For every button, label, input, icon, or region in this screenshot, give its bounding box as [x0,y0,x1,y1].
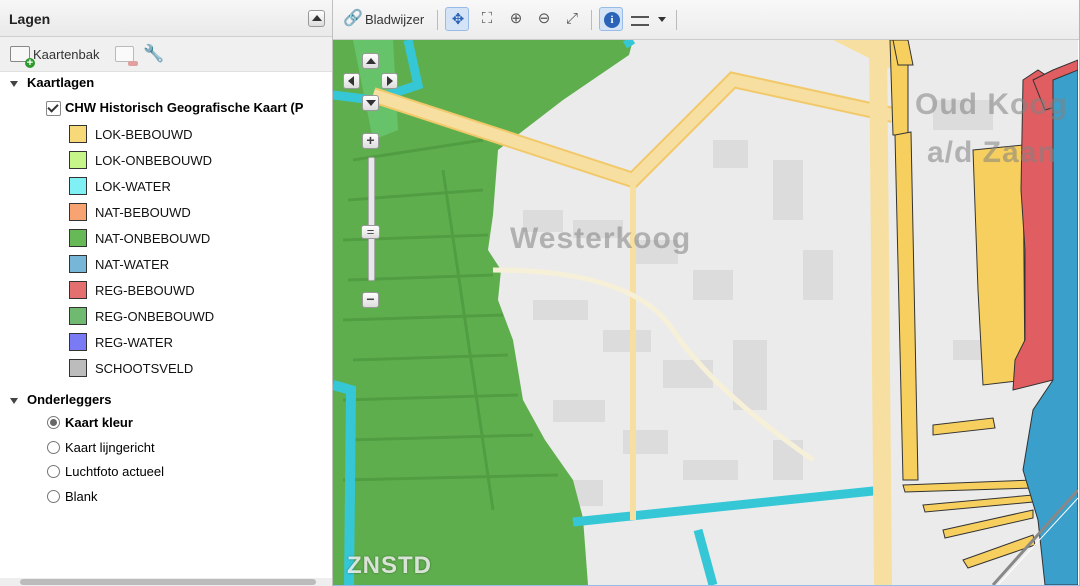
tree-section-kaartlagen[interactable]: Kaartlagen [10,75,94,90]
toolbar-separator [437,10,438,30]
remove-map-icon[interactable] [115,46,138,66]
scrollbar-thumb[interactable] [20,579,316,585]
radio-button[interactable] [47,440,60,454]
radio-label[interactable]: Luchtfoto actueel [65,464,164,479]
legend-label: LOK-ONBEBOUWD [95,153,213,168]
zoom-out-button[interactable]: − [362,292,379,308]
tree-section-onderleggers[interactable]: Onderleggers [10,392,112,407]
zoom-track[interactable] [368,157,375,281]
legend-swatch [69,333,87,351]
zoom-extent-icon[interactable]: ⤢ [560,7,584,31]
zoom-in-icon[interactable]: ⊕ [504,7,528,31]
zoom-out-icon[interactable]: ⊖ [532,7,556,31]
layer-title[interactable]: CHW Historisch Geografische Kaart (P [65,100,303,115]
measure-dropdown-icon[interactable] [658,17,666,22]
bookmark-button[interactable]: Bladwijzer [365,12,424,27]
info-icon[interactable]: i [599,7,623,31]
layers-panel: Lagen Kaartenbak 🔧 Kaartlagen CHW Histor… [0,0,333,586]
legend-label: REG-BEBOUWD [95,283,195,298]
radio-label[interactable]: Kaart lijngericht [65,440,155,455]
legend-swatch [69,151,87,169]
map-view[interactable]: Westerkoog Oud Koog a/d Zaan + = − ZNSTD [333,40,1078,585]
panel-header: Lagen [0,0,332,37]
legend-label: NAT-BEBOUWD [95,205,191,220]
legend-label: NAT-ONBEBOUWD [95,231,211,246]
znstd-logo: ZNSTD [347,552,432,579]
expand-triangle-icon[interactable] [10,80,18,87]
legend-label: NAT-WATER [95,257,170,272]
legend-label: SCHOOTSVELD [95,361,194,376]
legend-label: LOK-WATER [95,179,171,194]
radio-button[interactable] [47,489,60,503]
legend-swatch [69,281,87,299]
horizontal-scrollbar[interactable] [0,578,332,586]
pan-left-button[interactable] [343,73,360,89]
zoom-thumb[interactable]: = [361,225,380,239]
collapse-panel-button[interactable] [308,10,325,27]
legend-swatch [69,125,87,143]
legend-swatch [69,307,87,325]
zoom-in-button[interactable]: + [362,133,379,149]
measure-icon[interactable] [629,7,653,31]
radio-button[interactable] [47,416,60,429]
pan-down-button[interactable] [362,95,379,111]
legend-swatch [69,359,87,377]
add-map-button[interactable]: Kaartenbak [33,47,100,62]
radio-label[interactable]: Blank [65,489,98,504]
section-heading: Onderleggers [27,392,112,407]
map-toolbar: 🔗 Bladwijzer ✥ ⛶ ⊕ ⊖ ⤢ i [333,0,1079,40]
place-label-westerkoog: Westerkoog [510,222,692,255]
legend-label: REG-ONBEBOUWD [95,309,215,324]
section-heading: Kaartlagen [27,75,95,90]
place-label-oud-koog: Oud Koog [915,88,1068,121]
layer-checkbox[interactable] [46,101,61,116]
pan-icon[interactable]: ✥ [445,7,469,31]
legend-label: LOK-BEBOUWD [95,127,193,142]
legend-swatch [69,255,87,273]
expand-triangle-icon[interactable] [10,397,18,404]
radio-label[interactable]: Kaart kleur [65,415,133,430]
pan-right-button[interactable] [381,73,398,89]
zoom-box-icon[interactable]: ⛶ [475,7,499,31]
radio-button[interactable] [47,465,60,478]
place-label-zaan: a/d Zaan [927,136,1057,169]
pan-up-button[interactable] [362,53,379,69]
legend-swatch [69,177,87,195]
toolbar-separator [591,10,592,30]
bookmark-icon[interactable]: 🔗 [341,7,363,31]
legend-swatch [69,229,87,247]
legend-label: REG-WATER [95,335,173,350]
add-map-icon[interactable] [10,46,35,68]
legend-swatch [69,203,87,221]
panel-title: Lagen [9,11,51,27]
wrench-icon[interactable]: 🔧 [143,44,164,64]
toolbar-separator [676,10,677,30]
panel-toolbar: Kaartenbak 🔧 [0,37,332,72]
zoom-slider[interactable]: + = − [361,133,380,308]
